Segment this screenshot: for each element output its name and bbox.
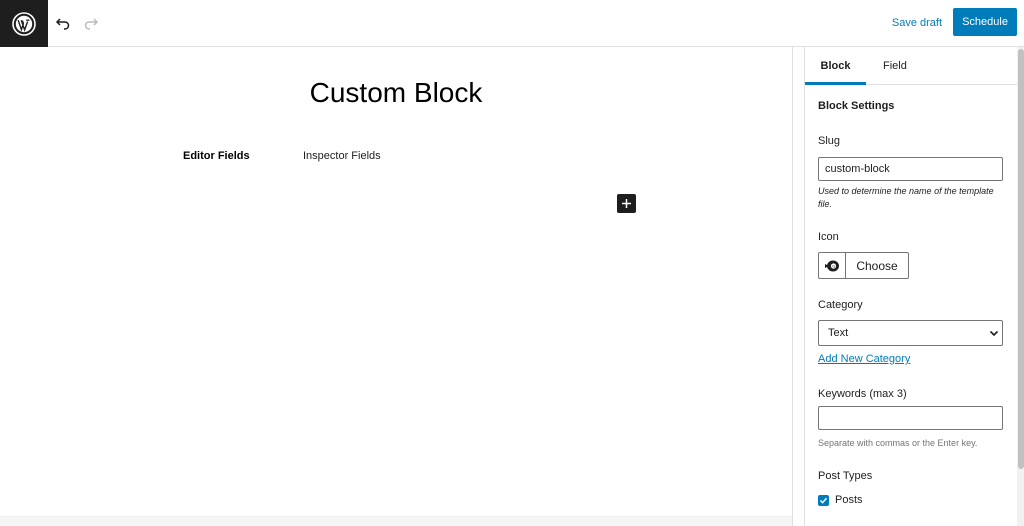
add-new-category-link[interactable]: Add New Category: [818, 353, 910, 365]
divider: [792, 47, 793, 526]
choose-icon-button[interactable]: Choose: [846, 253, 908, 278]
schedule-button[interactable]: Schedule: [953, 8, 1017, 36]
keywords-help: Separate with commas or the Enter key.: [818, 438, 978, 448]
top-toolbar: Save draft Schedule: [0, 0, 1024, 47]
post-types-label: Post Types: [818, 470, 873, 482]
tab-inspector-fields[interactable]: Inspector Fields: [303, 150, 381, 162]
save-draft-button[interactable]: Save draft: [876, 12, 942, 34]
chevron-down-icon: [989, 330, 999, 337]
slug-input[interactable]: custom-block: [818, 157, 1003, 181]
posts-checkbox-label[interactable]: Posts: [835, 494, 863, 506]
keywords-label: Keywords (max 3): [818, 388, 907, 400]
sidebar-scrollbar[interactable]: [1017, 47, 1024, 526]
block-title[interactable]: Custom Block: [0, 77, 792, 109]
check-icon: [819, 497, 828, 504]
block-icon: G: [819, 253, 846, 278]
undo-icon[interactable]: [51, 11, 75, 35]
canvas-footer: [0, 516, 792, 526]
category-select[interactable]: Text: [818, 320, 1003, 346]
settings-sidebar: Block Field Block Settings Slug custom-b…: [804, 47, 1024, 526]
add-block-button[interactable]: [617, 194, 636, 213]
keywords-input[interactable]: [818, 406, 1003, 430]
redo-icon[interactable]: [79, 11, 103, 35]
canvas-content: Custom Block Editor Fields Inspector Fie…: [0, 47, 792, 516]
category-label: Category: [818, 299, 863, 311]
tab-editor-fields[interactable]: Editor Fields: [183, 150, 250, 162]
section-title: Block Settings: [818, 100, 895, 112]
posts-checkbox[interactable]: [818, 495, 829, 506]
wordpress-logo-icon[interactable]: [0, 0, 48, 47]
icon-label: Icon: [818, 231, 839, 243]
slug-help: Used to determine the name of the templa…: [818, 186, 994, 209]
category-selected: Text: [828, 327, 849, 339]
tab-field[interactable]: Field: [883, 47, 907, 85]
sidebar-tabs: Block Field: [805, 47, 1017, 85]
editor-canvas: Custom Block Editor Fields Inspector Fie…: [0, 47, 804, 526]
tab-block[interactable]: Block: [805, 47, 866, 85]
slug-label: Slug: [818, 135, 841, 147]
svg-text:G: G: [832, 263, 835, 268]
plus-icon: [622, 199, 631, 208]
icon-chooser[interactable]: G Choose: [818, 252, 909, 279]
scrollbar-thumb[interactable]: [1018, 49, 1024, 469]
